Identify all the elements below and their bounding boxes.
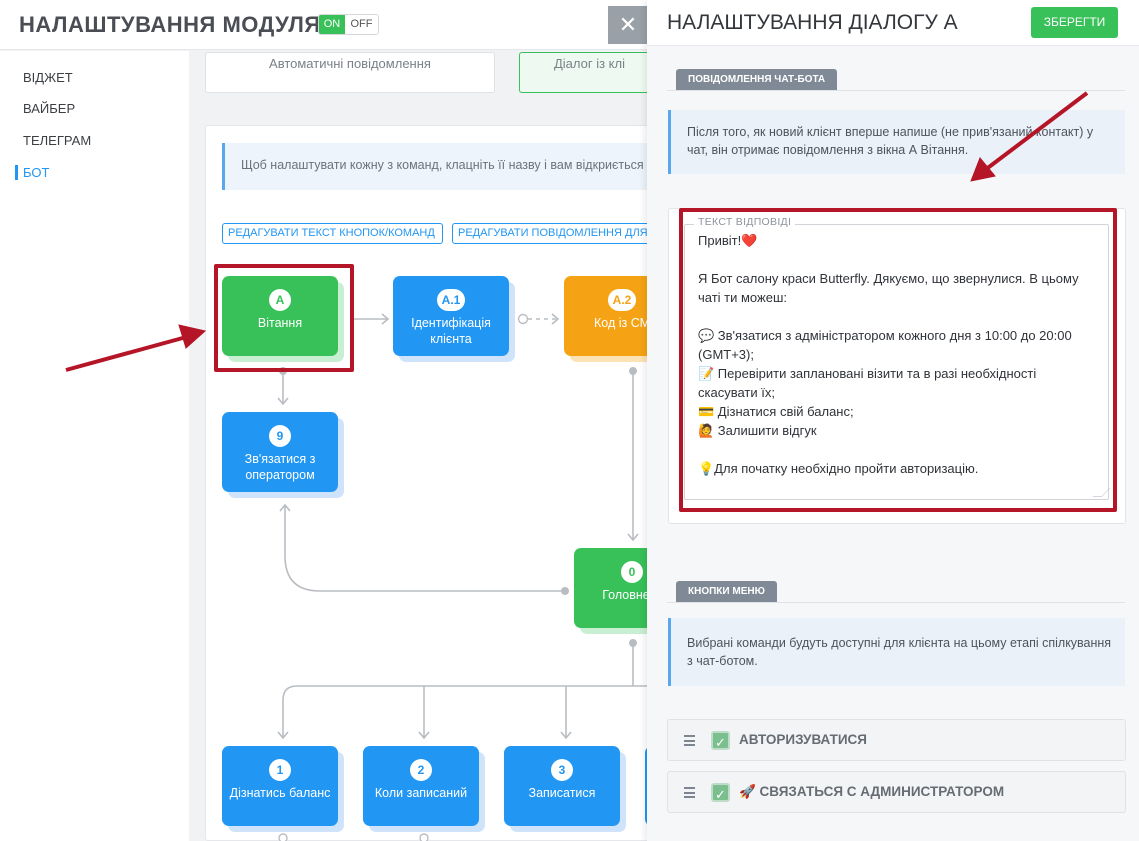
- menu-section-tab: КНОПКИ МЕНЮ: [676, 581, 777, 602]
- chatbot-section-tab: ПОВІДОМЛЕННЯ ЧАТ-БОТА: [676, 69, 838, 90]
- menu-section-divider: [667, 602, 1125, 603]
- highlight-box-node-a: [214, 264, 354, 372]
- close-icon: ✕: [618, 12, 638, 37]
- module-title: НАЛАШТУВАННЯ МОДУЛЯ: [19, 12, 321, 37]
- drag-handle-icon[interactable]: [684, 787, 695, 798]
- node-a1-label: Ідентифікація клієнта: [411, 316, 491, 346]
- node-2-badge: 2: [410, 759, 432, 781]
- panel-title: НАЛАШТУВАННЯ ДІАЛОГУ А: [667, 11, 958, 34]
- highlight-box-answer: [679, 208, 1117, 512]
- sidebar-item-widget[interactable]: ВІДЖЕТ: [23, 70, 73, 85]
- node-a1[interactable]: A.1 Ідентифікація клієнта: [393, 276, 509, 356]
- menu-item-label: АВТОРИЗУВАТИСЯ: [739, 732, 867, 747]
- node-1-badge: 1: [269, 759, 291, 781]
- node-9[interactable]: 9 Зв'язатися з оператором: [222, 412, 338, 492]
- canvas-hint: Щоб налаштувати кожну з команд, клацніть…: [222, 143, 662, 190]
- node-a2-badge: A.2: [607, 289, 637, 311]
- node-1[interactable]: 1 Дізнатись баланс: [222, 746, 338, 826]
- node-9-badge: 9: [269, 425, 291, 447]
- node-1-label: Дізнатись баланс: [229, 786, 331, 800]
- menu-info: Вибрані команди будуть доступні для кліє…: [668, 618, 1125, 686]
- tab-client-dialog[interactable]: Діалог із клі: [519, 52, 659, 93]
- menu-item-authorize[interactable]: ✓ АВТОРИЗУВАТИСЯ: [667, 719, 1126, 761]
- drag-handle-icon[interactable]: [684, 735, 695, 746]
- node-a1-badge: A.1: [436, 289, 466, 311]
- node-2[interactable]: 2 Коли записаний: [363, 746, 479, 826]
- checkbox-authorize[interactable]: ✓: [711, 731, 730, 750]
- dialog-settings-panel: НАЛАШТУВАННЯ ДІАЛОГУ А ЗБЕРЕГТИ ПОВІДОМЛ…: [647, 0, 1139, 841]
- sidebar-item-telegram[interactable]: ТЕЛЕГРАМ: [23, 133, 91, 148]
- sidebar-item-viber[interactable]: ВАЙБЕР: [23, 101, 75, 116]
- menu-item-label: 🚀 СВЯЗАТЬСЯ С АДМИНИСТРАТОРОМ: [739, 784, 1005, 799]
- save-button[interactable]: ЗБЕРЕГТИ: [1031, 7, 1118, 38]
- toggle-off[interactable]: OFF: [345, 15, 378, 34]
- node-9-label: Зв'язатися з оператором: [244, 452, 316, 482]
- tab-auto-messages[interactable]: Автоматичні повідомлення: [205, 52, 495, 93]
- panel-header: НАЛАШТУВАННЯ ДІАЛОГУ А ЗБЕРЕГТИ: [647, 0, 1139, 46]
- node-3[interactable]: 3 Записатися: [504, 746, 620, 826]
- node-3-label: Записатися: [528, 786, 596, 800]
- tab-client-dialog-label: Діалог із клі: [553, 56, 625, 71]
- checkbox-contact-admin[interactable]: ✓: [711, 783, 730, 802]
- sidebar: ВІДЖЕТ ВАЙБЕР ТЕЛЕГРАМ БОТ: [0, 51, 189, 841]
- chatbot-section-divider: [667, 90, 1125, 91]
- menu-item-contact-admin[interactable]: ✓ 🚀 СВЯЗАТЬСЯ С АДМИНИСТРАТОРОМ: [667, 771, 1126, 813]
- close-panel-button[interactable]: ✕: [608, 6, 648, 44]
- chatbot-info: Після того, як новий клієнт вперше напиш…: [668, 110, 1125, 174]
- sidebar-item-bot[interactable]: БОТ: [23, 165, 49, 180]
- tab-auto-messages-label: Автоматичні повідомлення: [269, 56, 431, 71]
- sidebar-active-marker: [15, 165, 18, 180]
- toggle-on[interactable]: ON: [319, 15, 345, 34]
- edit-messages-button[interactable]: РЕДАГУВАТИ ПОВІДОМЛЕННЯ ДЛЯ: [452, 223, 652, 244]
- edit-buttons-button[interactable]: РЕДАГУВАТИ ТЕКСТ КНОПОК/КОМАНД: [222, 223, 443, 244]
- module-toggle[interactable]: ON OFF: [318, 14, 379, 35]
- node-0-badge: 0: [621, 561, 643, 583]
- node-3-badge: 3: [551, 759, 573, 781]
- node-2-label: Коли записаний: [374, 786, 468, 800]
